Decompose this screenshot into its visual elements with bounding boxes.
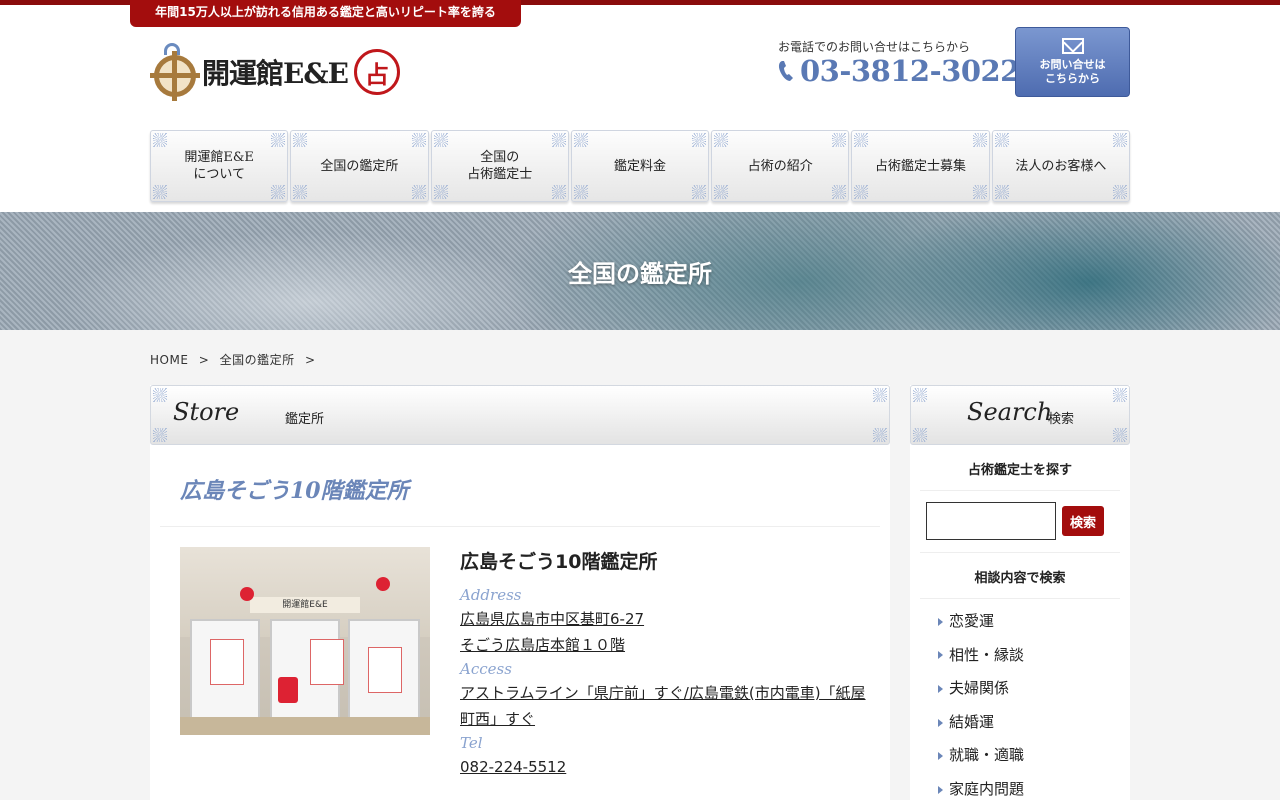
store-section-header: Store 鑑定所 [150,385,890,445]
breadcrumb-separator: > [304,353,316,367]
nav-label: 法人のお客様へ [1015,158,1107,174]
title-divider [160,526,880,527]
hero-title: 全国の鑑定所 [568,259,712,288]
topic-label: 夫婦関係 [949,679,1010,698]
list-item[interactable]: 夫婦関係 [938,672,1130,706]
nav-item-about[interactable]: 開運館E&E について [150,130,289,202]
nav-label: 占術鑑定士募集 [875,158,967,174]
tel-number[interactable]: 03-3812-3022 [778,54,1020,88]
fortune-seal-icon: 占 [353,49,400,95]
nav-label: 全国の鑑定所 [320,158,399,174]
contact-line1: お問い合せは [1039,58,1106,71]
tel-label-store: Tel [460,734,483,752]
address-line1[interactable]: 広島県広島市中区基町6-27 [460,606,880,632]
topic-label: 恋愛運 [949,612,995,630]
tagline: 年間15万人以上が訪れる信用ある鑑定と高いリピート率を誇る [130,0,521,27]
nav-label: 占術の紹介 [747,158,813,174]
list-item[interactable]: 恋愛運 [938,605,1130,639]
topic-search-label: 相談内容で検索 [920,553,1120,599]
site-logo[interactable]: 開運館E&E 占 [150,40,425,104]
main-nav: 開運館E&E について 全国の鑑定所 全国の 占術鑑定士 鑑定料金 占術の紹介 … [150,130,1130,202]
contact-button[interactable]: お問い合せは こちらから [1015,27,1130,97]
nav-item-readers[interactable]: 全国の 占術鑑定士 [430,130,569,202]
tel-label: お電話でのお問い合せはこちらから [778,40,971,54]
triangle-right-icon [938,752,943,761]
find-reader-label: 占術鑑定士を探す [920,445,1120,491]
nav-label: 鑑定料金 [613,158,666,174]
nav-item-fees[interactable]: 鑑定料金 [570,130,710,202]
tel-number-text: 03-3812-3022 [800,54,1020,88]
sidebar: Search 検索 占術鑑定士を探す 検索 相談内容で検索 恋愛運 相性・縁談 … [910,385,1130,800]
search-row: 検索 [920,491,1120,553]
mail-icon [1061,38,1084,54]
breadcrumb: HOME > 全国の鑑定所 > [150,351,322,368]
topic-label: 結婚運 [949,712,995,731]
triangle-right-icon [938,651,943,660]
access-label: Access [460,660,512,678]
breadcrumb-separator: > [198,353,210,367]
triangle-right-icon [938,684,943,693]
site-header: 年間15万人以上が訪れる信用ある鑑定と高いリピート率を誇る 開運館E&E 占 お… [0,0,1280,212]
topic-label: 家庭内問題 [949,779,1025,798]
search-button[interactable]: 検索 [1062,506,1104,536]
breadcrumb-current[interactable]: 全国の鑑定所 [220,353,295,367]
address-label: Address [460,586,522,604]
store-photo: 開運館E&E [180,547,430,735]
search-title-ja: 検索 [1048,412,1075,427]
main-content: Store 鑑定所 広島そごう10階鑑定所 開運館E&E 広島そごう10階鑑定所… [150,385,890,800]
topic-label: 就職・適職 [949,746,1025,765]
store-tel[interactable]: 082-224-5512 [460,754,880,780]
store-title: 広島そごう10階鑑定所 [180,478,409,504]
address-line2[interactable]: そごう広島店本館１０階 [460,632,880,658]
contact-line2: こちらから [1045,72,1100,85]
photo-sign: 開運館E&E [250,597,360,613]
access-value[interactable]: アストラムライン「県庁前」すぐ/広島電鉄(市内電車)「紙屋町西」すぐ [460,680,880,732]
nav-item-recruit[interactable]: 占術鑑定士募集 [851,130,990,202]
store-info: 広島そごう10階鑑定所 Address 広島県広島市中区基町6-27 そごう広島… [460,547,880,780]
topic-label: 相性・縁談 [949,645,1025,664]
phone-icon [778,61,793,81]
list-item[interactable]: 結婚運 [938,706,1130,740]
section-title-ja: 鑑定所 [285,412,325,427]
logo-text: 開運館E&E [202,57,349,90]
list-item[interactable]: 家庭内問題 [938,773,1130,800]
ship-wheel-icon [150,43,200,101]
nav-item-methods[interactable]: 占術の紹介 [711,130,850,202]
hero-banner: 全国の鑑定所 [0,212,1280,330]
search-input[interactable] [926,502,1056,540]
search-section-header: Search 検索 [910,385,1130,445]
nav-item-corporate[interactable]: 法人のお客様へ [991,130,1130,202]
topic-list: 恋愛運 相性・縁談 夫婦関係 結婚運 就職・適職 家庭内問題 [910,599,1130,800]
list-item[interactable]: 就職・適職 [938,739,1130,773]
nav-label: 開運館E&E について [184,150,254,182]
nav-item-stores[interactable]: 全国の鑑定所 [290,130,429,202]
breadcrumb-home[interactable]: HOME [150,353,188,367]
nav-label: 全国の 占術鑑定士 [467,150,533,182]
triangle-right-icon [938,617,943,626]
triangle-right-icon [938,785,943,794]
store-name: 広島そごう10階鑑定所 [460,551,658,573]
section-title-en: Store [173,398,240,426]
list-item[interactable]: 相性・縁談 [938,639,1130,673]
triangle-right-icon [938,718,943,727]
search-title-en: Search [967,398,1053,426]
